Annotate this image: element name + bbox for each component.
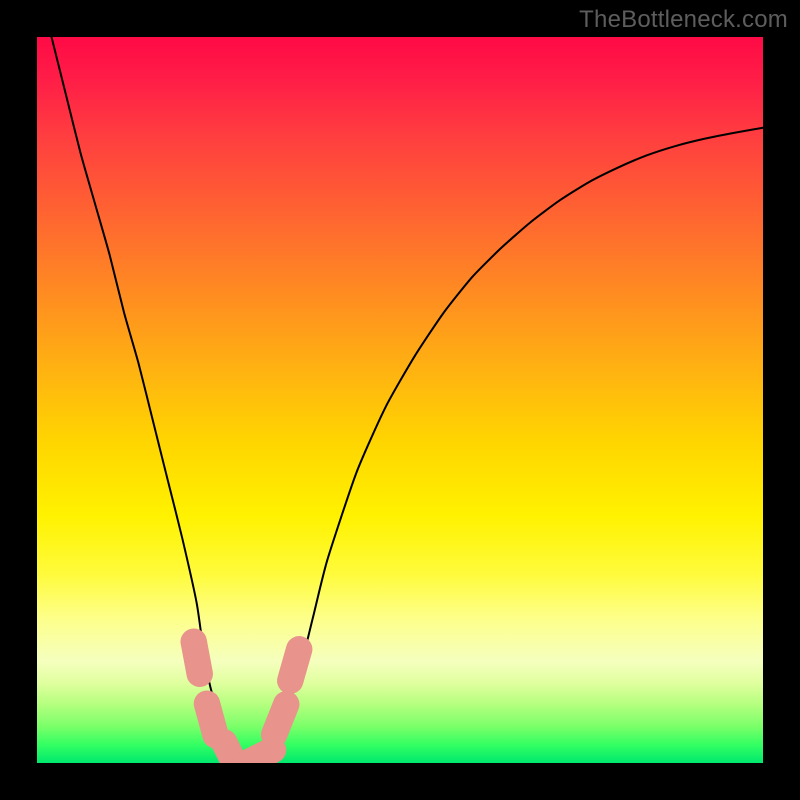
curve-svg: [37, 37, 763, 763]
curve-marker: [258, 688, 303, 751]
chart-frame: TheBottleneck.com: [0, 0, 800, 800]
bottleneck-curve: [52, 37, 763, 763]
plot-area: [37, 37, 763, 763]
curve-layer: [52, 37, 763, 763]
curve-marker: [179, 627, 215, 689]
watermark-text: TheBottleneck.com: [579, 6, 788, 34]
curve-marker: [275, 634, 315, 697]
marker-layer: [179, 627, 315, 763]
